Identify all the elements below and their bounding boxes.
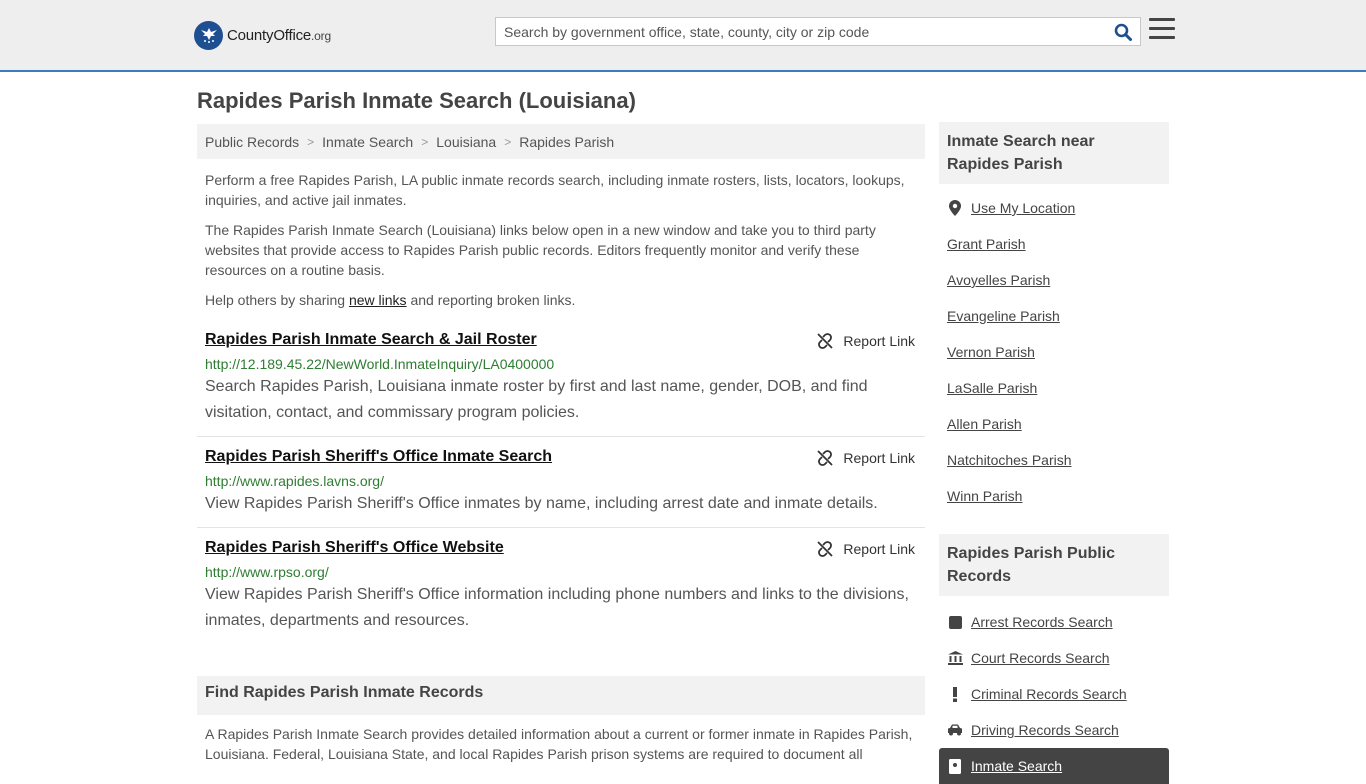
- nearby-link-vernon[interactable]: Vernon Parish: [947, 344, 1035, 360]
- sidebar: Inmate Search near Rapides Parish Use My…: [939, 122, 1169, 784]
- nearby-link-winn[interactable]: Winn Parish: [947, 488, 1022, 504]
- nearby-item: Avoyelles Parish: [939, 262, 1169, 298]
- result-title-link[interactable]: Rapides Parish Sheriff's Office Inmate S…: [205, 447, 917, 467]
- sharing-note: Help others by sharing new links and rep…: [205, 290, 917, 310]
- logo-wordmark: CountyOffice.org: [227, 27, 331, 44]
- nearby-link-grant[interactable]: Grant Parish: [947, 236, 1026, 252]
- public-records-heading: Rapides Parish Public Records: [939, 534, 1169, 596]
- report-link-button[interactable]: Report Link: [817, 541, 915, 557]
- breadcrumb-louisiana[interactable]: Louisiana: [436, 134, 496, 150]
- criminal-records-link[interactable]: Criminal Records Search: [971, 686, 1127, 702]
- court-records-link[interactable]: Court Records Search: [971, 650, 1110, 666]
- logo-tld: .org: [311, 28, 331, 43]
- records-item: Criminal Records Search: [939, 676, 1169, 712]
- breadcrumb-separator: >: [421, 134, 429, 149]
- main-content: Public Records > Inmate Search > Louisia…: [197, 124, 925, 762]
- breadcrumb: Public Records > Inmate Search > Louisia…: [197, 124, 925, 159]
- menu-bar: [1149, 18, 1175, 21]
- site-logo[interactable]: CountyOffice.org: [194, 20, 331, 50]
- nearby-item: Winn Parish: [939, 478, 1169, 514]
- nearby-link-evangeline[interactable]: Evangeline Parish: [947, 308, 1060, 324]
- report-link-label: Report Link: [843, 333, 915, 349]
- records-item: Court Records Search: [939, 640, 1169, 676]
- result-url: http://12.189.45.22/NewWorld.InmateInqui…: [205, 356, 555, 372]
- nearby-item: Grant Parish: [939, 226, 1169, 262]
- result-title-link[interactable]: Rapides Parish Sheriff's Office Website: [205, 538, 917, 558]
- find-records-heading: Find Rapides Parish Inmate Records: [197, 676, 925, 715]
- records-item: Arrest Records Search: [939, 604, 1169, 640]
- car-icon: [947, 722, 963, 738]
- intro-paragraph: The Rapides Parish Inmate Search (Louisi…: [205, 222, 876, 278]
- nearby-item: LaSalle Parish: [939, 370, 1169, 406]
- breadcrumb-public-records[interactable]: Public Records: [205, 134, 299, 150]
- nearby-list: Use My Location Grant Parish Avoyelles P…: [939, 190, 1169, 514]
- nearby-heading: Inmate Search near Rapides Parish: [939, 122, 1169, 184]
- search-button[interactable]: [1106, 18, 1140, 45]
- arrest-records-link[interactable]: Arrest Records Search: [971, 614, 1113, 630]
- nearby-item: Vernon Parish: [939, 334, 1169, 370]
- report-link-button[interactable]: Report Link: [817, 333, 915, 349]
- nearby-link-avoyelles[interactable]: Avoyelles Parish: [947, 272, 1050, 288]
- nearby-link-allen[interactable]: Allen Parish: [947, 416, 1022, 432]
- breadcrumb-rapides-parish[interactable]: Rapides Parish: [519, 134, 614, 150]
- result-description: Search Rapides Parish, Louisiana inmate …: [205, 378, 868, 421]
- breadcrumb-separator: >: [307, 134, 315, 149]
- hamburger-menu-button[interactable]: [1149, 18, 1175, 44]
- search-icon: [1114, 23, 1132, 41]
- report-link-button[interactable]: Report Link: [817, 450, 915, 466]
- result-description: View Rapides Parish Sheriff's Office inm…: [205, 495, 878, 512]
- report-link-label: Report Link: [843, 541, 915, 557]
- result-item: Rapides Parish Sheriff's Office Website …: [197, 538, 925, 645]
- breadcrumb-separator: >: [504, 134, 512, 149]
- result-url: http://www.rpso.org/: [205, 564, 329, 580]
- nearby-link-lasalle[interactable]: LaSalle Parish: [947, 380, 1037, 396]
- nearby-item: Evangeline Parish: [939, 298, 1169, 334]
- logo-main: CountyOffice: [227, 26, 312, 44]
- menu-bar: [1149, 36, 1175, 39]
- records-item-active: Inmate Search: [939, 748, 1169, 784]
- result-description: View Rapides Parish Sheriff's Office inf…: [205, 586, 909, 629]
- nearby-item: Allen Parish: [939, 406, 1169, 442]
- id-badge-icon: [947, 758, 963, 774]
- search-box: [495, 17, 1141, 46]
- exclamation-icon: [947, 686, 963, 702]
- broken-link-icon: [817, 333, 834, 349]
- find-records-text: A Rapides Parish Inmate Search provides …: [205, 726, 913, 762]
- sharing-text: Help others by sharing: [205, 292, 349, 308]
- broken-link-icon: [817, 541, 834, 557]
- driving-records-link[interactable]: Driving Records Search: [971, 722, 1119, 738]
- result-title-link[interactable]: Rapides Parish Inmate Search & Jail Rost…: [205, 330, 917, 350]
- result-url: http://www.rapides.lavns.org/: [205, 473, 384, 489]
- breadcrumb-inmate-search[interactable]: Inmate Search: [322, 134, 413, 150]
- sharing-text: and reporting broken links.: [406, 292, 576, 308]
- menu-bar: [1149, 27, 1175, 30]
- use-location-item: Use My Location: [939, 190, 1169, 226]
- nearby-link-natchitoches[interactable]: Natchitoches Parish: [947, 452, 1072, 468]
- intro-paragraph: Perform a free Rapides Parish, LA public…: [205, 172, 905, 208]
- use-my-location-link[interactable]: Use My Location: [971, 200, 1075, 216]
- new-links-link[interactable]: new links: [349, 292, 407, 308]
- site-header: CountyOffice.org: [0, 0, 1366, 72]
- broken-link-icon: [817, 450, 834, 466]
- result-item: Rapides Parish Inmate Search & Jail Rost…: [197, 330, 925, 437]
- square-icon: [947, 614, 963, 630]
- nearby-item: Natchitoches Parish: [939, 442, 1169, 478]
- public-records-list: Arrest Records Search Court Records Sear…: [939, 604, 1169, 784]
- courthouse-icon: [947, 650, 963, 666]
- page-title: Rapides Parish Inmate Search (Louisiana): [197, 88, 636, 113]
- result-item: Rapides Parish Sheriff's Office Inmate S…: [197, 447, 925, 528]
- records-item: Driving Records Search: [939, 712, 1169, 748]
- search-input[interactable]: [496, 18, 1106, 45]
- eagle-logo-icon: [194, 20, 223, 50]
- inmate-search-link[interactable]: Inmate Search: [971, 758, 1062, 774]
- map-pin-icon: [947, 200, 963, 216]
- report-link-label: Report Link: [843, 450, 915, 466]
